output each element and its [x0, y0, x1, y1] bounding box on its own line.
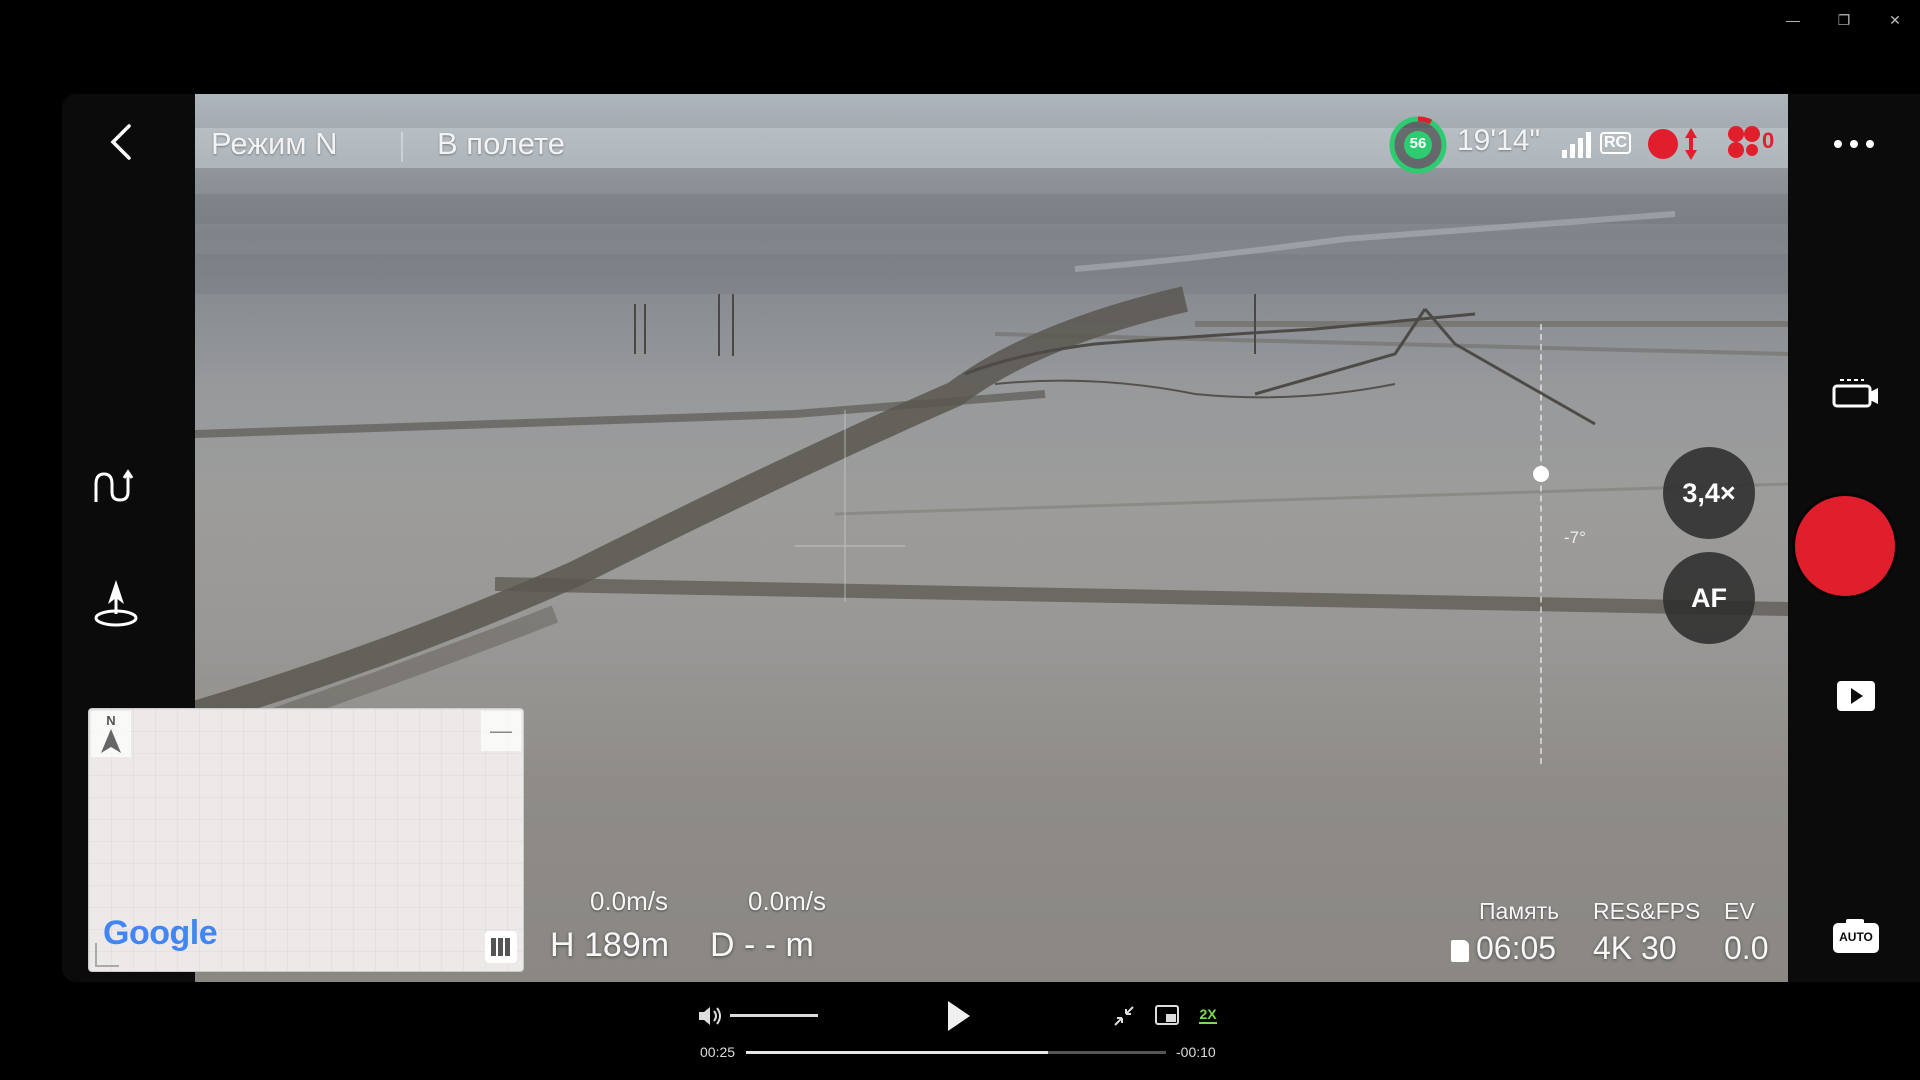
battery-percent: 56	[1409, 135, 1427, 152]
pip-icon	[1155, 1005, 1179, 1025]
volume-button[interactable]	[696, 1004, 724, 1028]
video-mode-icon	[1832, 379, 1878, 408]
volume-icon	[699, 1007, 721, 1025]
obstacle-indicator: 0	[1724, 122, 1780, 162]
playback-speed-button[interactable]: 2X	[1194, 1002, 1222, 1028]
vision-sensor-indicator	[1647, 124, 1703, 164]
ev-value: 0.0	[1724, 930, 1769, 966]
drone-alert-icon	[1728, 126, 1760, 158]
minimize-button[interactable]: —	[1773, 6, 1813, 34]
close-button[interactable]: ✕	[1875, 6, 1915, 34]
horizontal-speed: 0.0m/s	[590, 886, 669, 916]
google-logo: Google	[103, 914, 218, 952]
flight-time: 19'14"	[1457, 124, 1541, 157]
volume-slider[interactable]	[730, 1014, 818, 1017]
route-mode-button[interactable]	[90, 464, 142, 510]
play-icon	[948, 1001, 970, 1031]
rc-label: RC	[1600, 132, 1632, 154]
collapse-glyph: —	[490, 718, 512, 743]
progress-bar[interactable]	[746, 1051, 1166, 1054]
north-arrow-icon	[101, 729, 121, 753]
map-collapse-button[interactable]: —	[481, 711, 521, 751]
auto-exposure-button[interactable]: AUTO	[1832, 918, 1880, 954]
elapsed-time: 00:25	[700, 1044, 736, 1060]
camera-mode-button[interactable]	[1832, 376, 1880, 416]
height-readout: H 189m	[550, 926, 670, 964]
mini-map[interactable]: N — Google	[88, 708, 524, 972]
ev-label: EV	[1724, 898, 1755, 924]
map-layers-button[interactable]	[485, 931, 517, 963]
signal-indicator: RC	[1560, 126, 1632, 162]
map-resize-handle[interactable]	[95, 943, 119, 967]
flight-status-label: В полете	[437, 126, 566, 161]
obstacle-sensor-icon	[1648, 128, 1697, 160]
landing-icon	[94, 580, 138, 627]
storage-label: Память	[1479, 898, 1560, 924]
back-button[interactable]	[104, 122, 140, 162]
distance-readout: D - - m	[710, 926, 814, 964]
playback-icon	[1837, 681, 1875, 711]
storage-value: 06:05	[1476, 930, 1557, 966]
progress-fill	[746, 1051, 1049, 1054]
compass-north: N	[91, 711, 131, 757]
playback-gallery-button[interactable]	[1836, 680, 1876, 712]
picture-in-picture-button[interactable]	[1154, 1004, 1180, 1026]
chevron-left-icon	[110, 124, 131, 160]
flight-mode-label: Режим N	[211, 126, 338, 161]
remaining-time: -00:10	[1176, 1044, 1216, 1060]
route-icon	[94, 469, 134, 502]
resfps-value: 4K 30	[1593, 930, 1677, 966]
gimbal-scale	[1540, 324, 1546, 764]
battery-indicator: 56	[1387, 114, 1449, 176]
zoom-button[interactable]: 3,4×	[1663, 447, 1755, 539]
autofocus-button[interactable]: AF	[1663, 552, 1755, 644]
vertical-speed: 0.0m/s	[748, 886, 827, 916]
volume-fill	[730, 1014, 818, 1017]
signal-bars-icon	[1562, 132, 1591, 158]
map-layers-icon	[491, 938, 510, 956]
exit-fullscreen-button[interactable]	[1112, 1004, 1136, 1028]
hud-divider	[401, 132, 403, 162]
speed-label: 2X	[1199, 1006, 1217, 1024]
auto-label: AUTO	[1839, 930, 1873, 944]
more-dots-icon	[1834, 140, 1874, 148]
takeoff-land-button[interactable]	[88, 574, 144, 630]
playback-controls: 2X 00:25 -00:10	[0, 990, 1920, 1080]
more-menu-button[interactable]	[1830, 136, 1878, 152]
sd-card-icon	[1451, 940, 1469, 962]
record-button[interactable]	[1795, 496, 1895, 596]
gimbal-marker	[1533, 466, 1549, 482]
obstacle-count: 0	[1762, 128, 1775, 153]
resfps-label: RES&FPS	[1593, 898, 1701, 924]
video-frame: AUTO Режим N В полете 56 19'14" RC 0 -7°…	[62, 94, 1920, 982]
restore-button[interactable]: ❐	[1824, 6, 1864, 34]
play-button[interactable]	[944, 998, 974, 1034]
gimbal-angle: -7°	[1564, 528, 1586, 547]
minimize-screen-icon	[1114, 1006, 1134, 1026]
